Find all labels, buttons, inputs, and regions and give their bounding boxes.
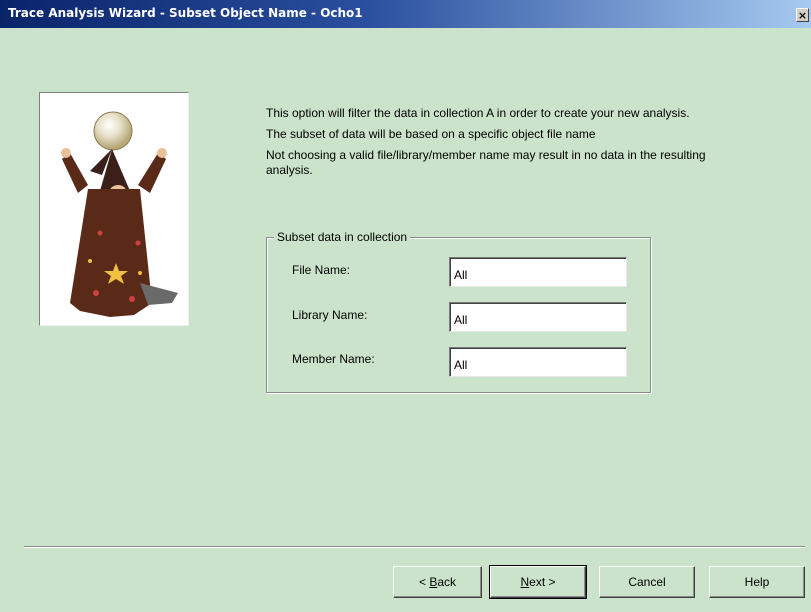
next-button[interactable]: Next > [489, 565, 587, 599]
intro-line-1: This option will filter the data in coll… [266, 106, 690, 120]
member-name-input[interactable] [449, 347, 627, 377]
file-name-label: File Name: [292, 263, 351, 277]
cancel-button[interactable]: Cancel [599, 566, 695, 598]
back-button-prefix: < [418, 575, 430, 589]
next-button-rest: ext > [529, 575, 556, 589]
close-icon: × [797, 9, 808, 22]
library-name-label: Library Name: [292, 308, 368, 322]
back-button-rest: ack [437, 575, 457, 589]
intro-text: This option will filter the data in coll… [266, 106, 706, 184]
wizard-image-panel [39, 92, 189, 326]
member-name-label: Member Name: [292, 352, 375, 366]
button-separator [24, 546, 805, 548]
close-button[interactable]: × [796, 8, 809, 22]
groupbox-legend: Subset data in collection [274, 230, 411, 244]
title-bar[interactable]: Trace Analysis Wizard - Subset Object Na… [0, 0, 811, 28]
wizard-illustration [61, 111, 178, 317]
intro-line-2: The subset of data will be based on a sp… [266, 127, 596, 141]
window-title: Trace Analysis Wizard - Subset Object Na… [8, 6, 363, 20]
next-button-accel: N [520, 575, 530, 589]
intro-line-3: Not choosing a valid file/library/member… [266, 148, 706, 177]
library-name-input[interactable] [449, 302, 627, 332]
back-button[interactable]: < Back [393, 566, 482, 598]
help-button[interactable]: Help [709, 566, 805, 598]
file-name-input[interactable] [449, 257, 627, 287]
